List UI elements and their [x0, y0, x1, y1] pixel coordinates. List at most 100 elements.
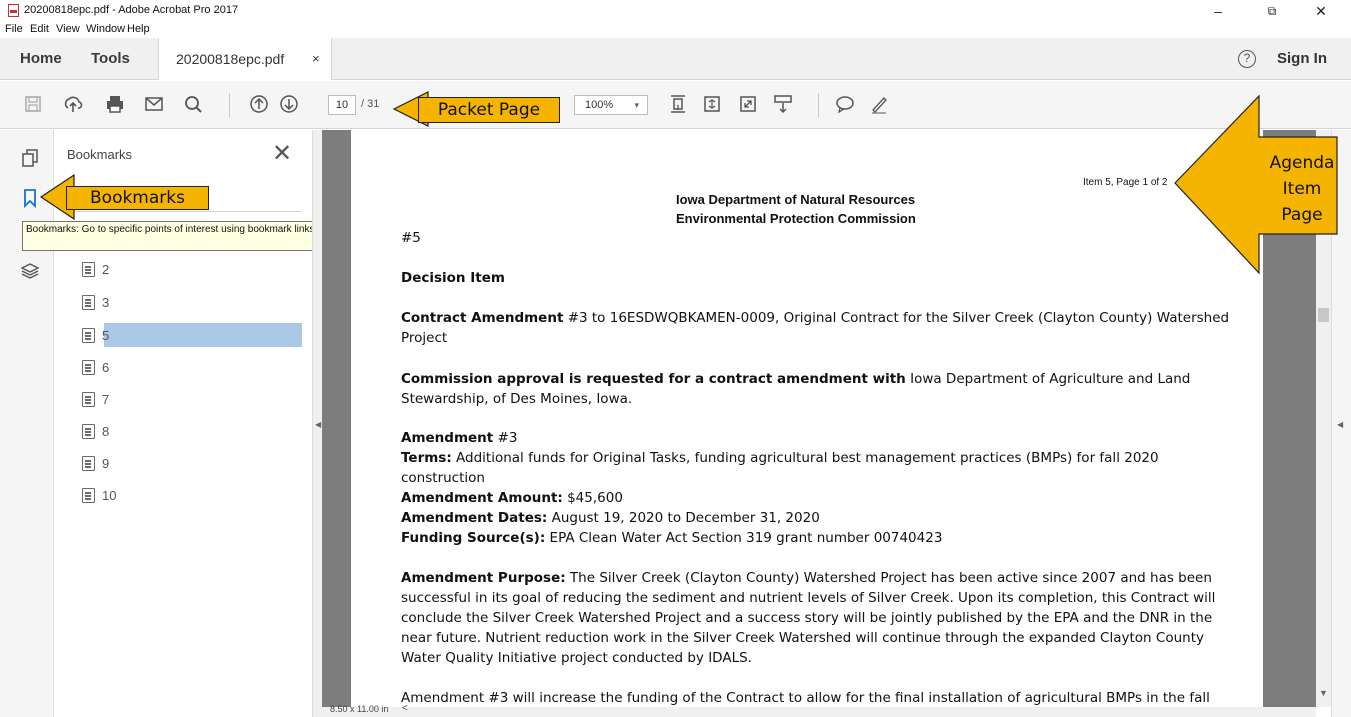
minimize-button[interactable]: – — [1195, 0, 1241, 22]
packet-page-label: Packet Page — [418, 97, 560, 123]
document-tab-label: 20200818epc.pdf — [176, 51, 285, 67]
sign-in-button[interactable]: Sign In — [1277, 50, 1327, 67]
fit-page-icon[interactable] — [667, 93, 689, 115]
tab-document[interactable]: 20200818epc.pdf × — [158, 38, 332, 80]
status-bar: 8.50 x 11.00 in < — [322, 703, 1316, 717]
menu-view[interactable]: View — [56, 23, 80, 35]
read-mode-icon[interactable] — [772, 93, 794, 115]
zoom-value: 100% — [585, 99, 614, 111]
bookmark-page-icon — [82, 295, 95, 310]
dates-line: Amendment Dates: August 19, 2020 to Dece… — [401, 510, 820, 526]
close-window-button[interactable]: ✕ — [1298, 0, 1344, 22]
amount-line: Amendment Amount: $45,600 — [401, 490, 623, 506]
menu-window[interactable]: Window — [86, 23, 125, 35]
search-icon[interactable] — [182, 93, 204, 115]
scroll-thumb[interactable] — [1318, 308, 1329, 322]
bookmark-item[interactable]: 9 — [82, 452, 302, 476]
bookmark-item[interactable]: 10 — [82, 484, 302, 508]
decision-label: Decision Item — [401, 270, 505, 286]
purpose-line-1: Amendment Purpose: The Silver Creek (Cla… — [401, 570, 1212, 586]
email-icon[interactable] — [143, 93, 165, 115]
menu-bar: File Edit View Window Help — [0, 22, 1351, 38]
pdf-page: Item 5, Page 1 of 2 Iowa Department of N… — [351, 130, 1263, 707]
save-icon[interactable] — [22, 93, 44, 115]
pdf-app-icon — [8, 4, 19, 17]
bookmark-item[interactable]: 3 — [82, 291, 302, 315]
window-title: 20200818epc.pdf - Adobe Acrobat Pro 2017 — [24, 4, 239, 16]
purpose-line-3: conclude the Silver Creek Watershed Proj… — [401, 610, 1213, 626]
agenda-line-2: Item — [1282, 179, 1322, 199]
bookmarks-panel: Bookmarks ✕ 2 3 5 6 7 8 9 10 — [54, 130, 312, 717]
bookmark-item[interactable]: 7 — [82, 388, 302, 412]
close-panel-icon[interactable]: ✕ — [272, 139, 292, 168]
zoom-select[interactable]: 100% ▾ — [574, 95, 648, 115]
bookmark-page-icon — [82, 424, 95, 439]
funding-line: Funding Source(s): EPA Clean Water Act S… — [401, 530, 943, 546]
toolbar-separator — [229, 93, 230, 117]
item-number: #5 — [401, 230, 421, 246]
purpose-line-4: near future. Nutrient reduction work in … — [401, 630, 1204, 646]
menu-file[interactable]: File — [5, 23, 23, 35]
bookmark-page-icon — [82, 262, 95, 277]
pen-icon[interactable] — [868, 93, 890, 115]
panel-splitter[interactable]: ◀ — [312, 130, 322, 717]
page-up-icon[interactable] — [248, 93, 270, 115]
bookmarks-tooltip: Bookmarks: Go to specific points of inte… — [22, 221, 346, 251]
chevron-down-icon: ▾ — [634, 100, 639, 110]
terms-line: Terms: Additional funds for Original Tas… — [401, 450, 1159, 466]
bookmark-page-icon — [82, 328, 95, 343]
agenda-line-3: Page — [1281, 205, 1323, 225]
item-page-label: Item 5, Page 1 of 2 — [1083, 177, 1168, 188]
contract-line-2: Project — [401, 330, 448, 346]
toolbar: 10 / 31 100% ▾ — [0, 81, 1351, 129]
bookmark-page-icon — [82, 392, 95, 407]
scroll-down-icon[interactable]: ▼ — [1319, 688, 1328, 698]
bookmark-page-icon — [82, 456, 95, 471]
menu-edit[interactable]: Edit — [30, 23, 49, 35]
contract-line: Contract Amendment #3 to 16ESDWQBKAMEN-0… — [401, 310, 1230, 326]
title-bar: 20200818epc.pdf - Adobe Acrobat Pro 2017… — [0, 0, 1351, 22]
scroll-left-icon[interactable]: < — [402, 703, 408, 714]
scroll-mode-icon[interactable] — [701, 93, 723, 115]
layers-icon[interactable] — [20, 261, 40, 281]
print-icon[interactable] — [104, 93, 126, 115]
terms-line-2: construction — [401, 470, 485, 486]
bookmark-item[interactable]: 5 — [82, 324, 302, 348]
page-number-input[interactable]: 10 — [328, 95, 356, 115]
purpose-line-2: successful in its goal of reducing the s… — [401, 590, 1216, 606]
tab-bar: Home Tools 20200818epc.pdf × ? Sign In — [0, 38, 1351, 80]
org-line-1: Iowa Department of Natural Resources — [676, 192, 916, 207]
bookmark-item[interactable]: 6 — [82, 356, 302, 380]
org-line-2: Environmental Protection Commission — [676, 211, 916, 226]
help-icon[interactable]: ? — [1238, 50, 1256, 68]
bookmark-page-icon — [82, 360, 95, 375]
purpose-line-5: Water Quality Initiative project conduct… — [401, 650, 752, 666]
tab-tools[interactable]: Tools — [91, 38, 130, 80]
agenda-line-1: Agenda — [1269, 153, 1335, 173]
restore-button[interactable]: ⧉ — [1249, 0, 1295, 22]
fullscreen-icon[interactable] — [737, 93, 759, 115]
last-line: Amendment #3 will increase the funding o… — [401, 690, 1210, 706]
pages-icon[interactable] — [20, 148, 40, 168]
expand-right-icon[interactable]: ◀ — [1337, 420, 1343, 429]
bookmarks-annotation-label: Bookmarks — [66, 186, 209, 210]
tab-home[interactable]: Home — [20, 38, 62, 80]
page-size-label: 8.50 x 11.00 in — [330, 704, 389, 714]
bookmark-page-icon — [82, 488, 95, 503]
bookmark-item[interactable]: 2 — [82, 258, 302, 282]
approval-line: Commission approval is requested for a c… — [401, 371, 1191, 387]
amendment-heading: Amendment #3 — [401, 430, 518, 446]
bookmark-icon[interactable] — [20, 188, 40, 208]
page-total: / 31 — [361, 98, 380, 110]
menu-help[interactable]: Help — [127, 23, 150, 35]
approval-line-2: Stewardship, of Des Moines, Iowa. — [401, 391, 633, 407]
toolbar-separator — [818, 93, 819, 117]
collapse-left-icon[interactable]: ◀ — [315, 420, 321, 429]
bookmarks-panel-title: Bookmarks — [67, 147, 133, 162]
upload-icon[interactable] — [62, 93, 84, 115]
bookmark-item[interactable]: 8 — [82, 420, 302, 444]
agenda-item-page-label: Agenda Item Page — [1262, 150, 1342, 228]
comment-icon[interactable] — [834, 93, 856, 115]
page-down-icon[interactable] — [278, 93, 300, 115]
close-tab-icon[interactable]: × — [312, 51, 320, 66]
